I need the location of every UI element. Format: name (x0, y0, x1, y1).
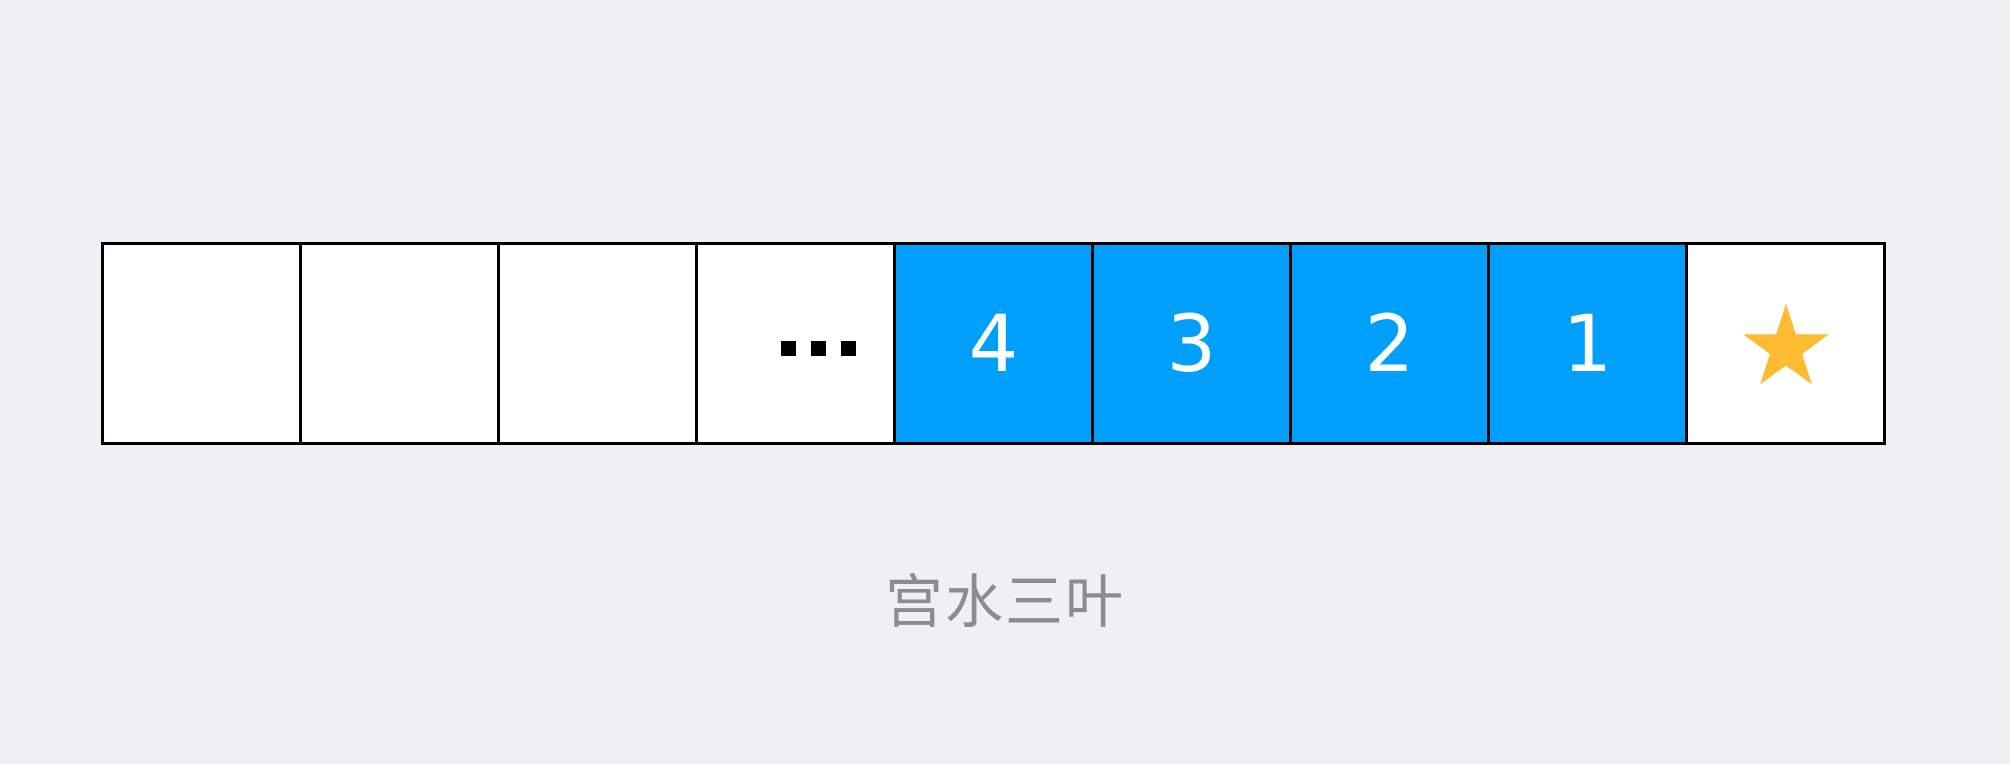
ellipsis-dot (780, 341, 796, 356)
diagram-canvas: { "colors": { "background": "#efeff4", "… (0, 0, 2010, 764)
ellipsis-icon (780, 341, 856, 356)
filled-cell: 3 (1091, 245, 1289, 442)
cell-number: 2 (1364, 299, 1415, 390)
filled-cell: 4 (893, 245, 1091, 442)
caption-text: 宫水三叶 (884, 568, 1125, 636)
empty-cell (299, 245, 497, 442)
cell-number: 1 (1562, 299, 1613, 390)
star-cell (1685, 245, 1883, 442)
cell-number: 3 (1166, 299, 1217, 390)
ellipsis-dot (840, 341, 856, 356)
ellipsis-cell (695, 245, 893, 442)
filled-cell: 1 (1487, 245, 1685, 442)
empty-cell (104, 245, 299, 442)
star-icon (1742, 303, 1829, 384)
cell-strip: 4 3 2 1 (101, 242, 1886, 445)
empty-cell (497, 245, 695, 442)
cell-number: 4 (968, 299, 1019, 390)
ellipsis-dot (810, 341, 826, 356)
filled-cell: 2 (1289, 245, 1487, 442)
